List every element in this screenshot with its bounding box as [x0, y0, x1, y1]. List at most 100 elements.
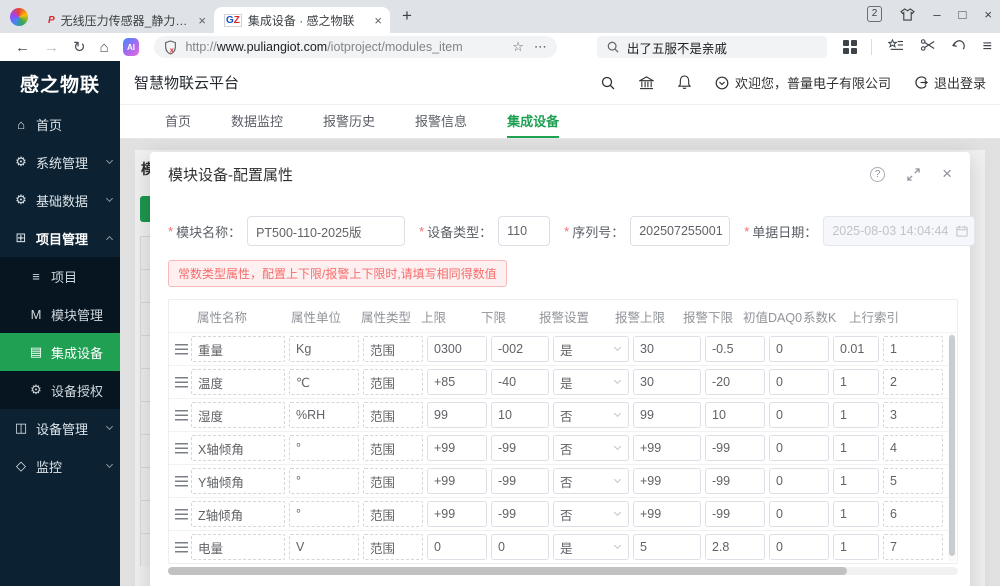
- alarm-lower-limit-input[interactable]: -99: [705, 468, 765, 494]
- coefficient-k-input[interactable]: 1: [833, 369, 879, 395]
- lower-limit-input[interactable]: -99: [491, 501, 549, 527]
- property-name-input[interactable]: 湿度: [191, 402, 285, 428]
- browser-tab-1[interactable]: P 无线压力传感器_静力水准仪_ ×: [38, 7, 214, 33]
- property-type-input[interactable]: 范围: [363, 468, 423, 494]
- lower-limit-input[interactable]: -99: [491, 435, 549, 461]
- lower-limit-input[interactable]: -002: [491, 336, 549, 362]
- serial-number-input[interactable]: 202507255001: [630, 216, 731, 246]
- coefficient-k-input[interactable]: 0.01: [833, 336, 879, 362]
- sidebar-item-integrated-devices[interactable]: ▤ 集成设备: [0, 333, 120, 371]
- lower-limit-input[interactable]: 0: [491, 534, 549, 560]
- alarm-lower-limit-input[interactable]: -99: [705, 435, 765, 461]
- alarm-setting-select[interactable]: 否: [553, 402, 629, 428]
- alarm-setting-select[interactable]: 否: [553, 435, 629, 461]
- help-icon[interactable]: ?: [870, 166, 886, 182]
- property-unit-input[interactable]: °: [289, 501, 359, 527]
- alarm-upper-limit-input[interactable]: +99: [633, 435, 701, 461]
- tab-integrated-devices[interactable]: 集成设备: [507, 105, 560, 138]
- home-button[interactable]: ⌂: [100, 39, 109, 56]
- property-type-input[interactable]: 范围: [363, 534, 423, 560]
- organization-icon[interactable]: [638, 75, 654, 90]
- tab-home[interactable]: 首页: [165, 105, 191, 138]
- property-unit-input[interactable]: %RH: [289, 402, 359, 428]
- property-name-input[interactable]: X轴倾角: [191, 435, 285, 461]
- drag-handle-icon[interactable]: [173, 343, 189, 355]
- upstream-index-input[interactable]: 2: [883, 369, 943, 395]
- alarm-setting-select[interactable]: 是: [553, 369, 629, 395]
- coefficient-k-input[interactable]: 1: [833, 501, 879, 527]
- upper-limit-input[interactable]: 0300: [427, 336, 487, 362]
- alarm-upper-limit-input[interactable]: 30: [633, 336, 701, 362]
- tab-alarm-info[interactable]: 报警信息: [415, 105, 467, 138]
- tab-alarm-history[interactable]: 报警历史: [323, 105, 375, 138]
- upper-limit-input[interactable]: 0: [427, 534, 487, 560]
- upstream-index-input[interactable]: 7: [883, 534, 943, 560]
- upstream-index-input[interactable]: 4: [883, 435, 943, 461]
- tab-data-monitor[interactable]: 数据监控: [231, 105, 283, 138]
- initial-daq0-input[interactable]: 0: [769, 402, 829, 428]
- undo-icon[interactable]: [951, 38, 967, 57]
- upper-limit-input[interactable]: 99: [427, 402, 487, 428]
- alarm-upper-limit-input[interactable]: 30: [633, 369, 701, 395]
- module-name-input[interactable]: PT500-110-2025版: [247, 216, 406, 246]
- sidebar-item-basedata[interactable]: ⚙ 基础数据: [0, 181, 120, 219]
- table-horizontal-scrollbar[interactable]: [168, 567, 958, 575]
- sidebar-item-project-mgmt[interactable]: ⊞ 项目管理: [0, 219, 120, 257]
- lower-limit-input[interactable]: -99: [491, 468, 549, 494]
- alarm-lower-limit-input[interactable]: -20: [705, 369, 765, 395]
- apps-grid-icon[interactable]: [842, 40, 857, 54]
- new-tab-button[interactable]: +: [402, 6, 412, 26]
- property-type-input[interactable]: 范围: [363, 369, 423, 395]
- upper-limit-input[interactable]: +99: [427, 501, 487, 527]
- sidebar-item-device-auth[interactable]: ⚙ 设备授权: [0, 371, 120, 409]
- upper-limit-input[interactable]: +99: [427, 435, 487, 461]
- refresh-button[interactable]: ↻: [73, 38, 86, 56]
- initial-daq0-input[interactable]: 0: [769, 369, 829, 395]
- initial-daq0-input[interactable]: 0: [769, 435, 829, 461]
- alarm-lower-limit-input[interactable]: -99: [705, 501, 765, 527]
- dialog-close-icon[interactable]: ×: [942, 164, 952, 184]
- tab1-close-icon[interactable]: ×: [198, 13, 206, 28]
- lower-limit-input[interactable]: 10: [491, 402, 549, 428]
- drag-handle-icon[interactable]: [173, 475, 189, 487]
- property-type-input[interactable]: 范围: [363, 402, 423, 428]
- property-unit-input[interactable]: ℃: [289, 369, 359, 395]
- upstream-index-input[interactable]: 1: [883, 336, 943, 362]
- alarm-upper-limit-input[interactable]: +99: [633, 468, 701, 494]
- browser-menu-icon[interactable]: ≡: [983, 38, 992, 56]
- alarm-setting-select[interactable]: 是: [553, 336, 629, 362]
- drag-handle-icon[interactable]: [173, 541, 189, 553]
- alarm-setting-select[interactable]: 否: [553, 468, 629, 494]
- lower-limit-input[interactable]: -40: [491, 369, 549, 395]
- drag-handle-icon[interactable]: [173, 508, 189, 520]
- alarm-upper-limit-input[interactable]: 99: [633, 402, 701, 428]
- alarm-lower-limit-input[interactable]: 2.8: [705, 534, 765, 560]
- sidebar-item-system[interactable]: ⚙ 系统管理: [0, 143, 120, 181]
- property-type-input[interactable]: 范围: [363, 501, 423, 527]
- document-date-input[interactable]: 2025-08-03 14:04:44: [823, 216, 976, 246]
- minimize-button[interactable]: –: [933, 7, 940, 22]
- alarm-setting-select[interactable]: 否: [553, 501, 629, 527]
- alarm-upper-limit-input[interactable]: +99: [633, 501, 701, 527]
- theme-skin-icon[interactable]: [900, 7, 916, 21]
- property-name-input[interactable]: Y轴倾角: [191, 468, 285, 494]
- user-welcome[interactable]: 欢迎您，普量电子有限公司: [715, 73, 891, 92]
- browser-tab-2[interactable]: GZ 集成设备 · 感之物联 ×: [214, 7, 390, 33]
- upstream-index-input[interactable]: 5: [883, 468, 943, 494]
- property-name-input[interactable]: 电量: [191, 534, 285, 560]
- property-type-input[interactable]: 范围: [363, 336, 423, 362]
- tab2-close-icon[interactable]: ×: [374, 13, 382, 28]
- property-type-input[interactable]: 范围: [363, 435, 423, 461]
- browser-logo-icon[interactable]: [10, 8, 28, 26]
- drag-handle-icon[interactable]: [173, 376, 189, 388]
- alarm-upper-limit-input[interactable]: 5: [633, 534, 701, 560]
- table-vertical-scrollbar[interactable]: [948, 333, 956, 562]
- ai-assistant-icon[interactable]: AI: [122, 38, 140, 56]
- initial-daq0-input[interactable]: 0: [769, 468, 829, 494]
- notification-bell-icon[interactable]: [677, 75, 691, 90]
- sidebar-item-device-mgmt[interactable]: ◫ 设备管理: [0, 409, 120, 447]
- back-button[interactable]: ←: [15, 39, 30, 56]
- property-unit-input[interactable]: V: [289, 534, 359, 560]
- fullscreen-icon[interactable]: [907, 167, 920, 181]
- property-name-input[interactable]: 重量: [191, 336, 285, 362]
